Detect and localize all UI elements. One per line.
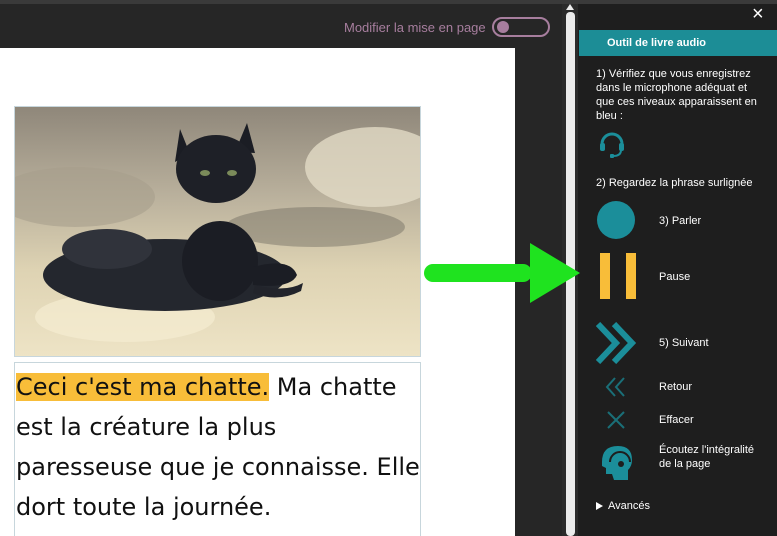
back-icon[interactable] [604,377,628,397]
record-button[interactable] [597,201,635,239]
panel-title: Outil de livre audio [607,37,707,49]
pause-icon[interactable] [600,253,636,299]
highlighted-sentence: Ceci c'est ma chatte. [16,373,270,401]
scroll-up-arrow-icon[interactable] [566,4,574,10]
layout-toggle-label: Modifier la mise en page [344,20,486,35]
listen-page-icon[interactable] [596,442,636,484]
advanced-toggle[interactable]: Avancés [596,500,650,512]
text-box[interactable]: Ceci c'est ma chatte. Ma chatte est la c… [14,362,421,536]
record-label: 3) Parler [659,215,702,227]
layout-toggle[interactable] [492,17,550,37]
back-label: Retour [659,381,693,393]
next-icon[interactable] [596,322,636,364]
headset-mic-icon [600,132,624,158]
cat-image-frame[interactable] [14,106,421,357]
pause-label: Pause [659,271,691,283]
cat-photo [15,107,420,356]
expand-triangle-icon [596,502,603,511]
story-text: Ceci c'est ma chatte. Ma chatte est la c… [15,363,420,527]
toggle-knob [497,21,509,33]
pointer-arrow-icon [424,243,580,303]
advanced-label: Avancés [608,500,650,512]
clear-icon[interactable] [606,410,626,430]
step1-instruction: 1) Vérifiez que vous enregistrez dans le… [596,68,757,122]
listen-label: Écoutez l'intégralité de la page [659,444,755,470]
next-label: 5) Suivant [659,337,709,349]
close-icon[interactable]: × [752,3,764,26]
clear-label: Effacer [659,414,694,426]
step2-instruction: 2) Regardez la phrase surlignée [596,177,753,189]
